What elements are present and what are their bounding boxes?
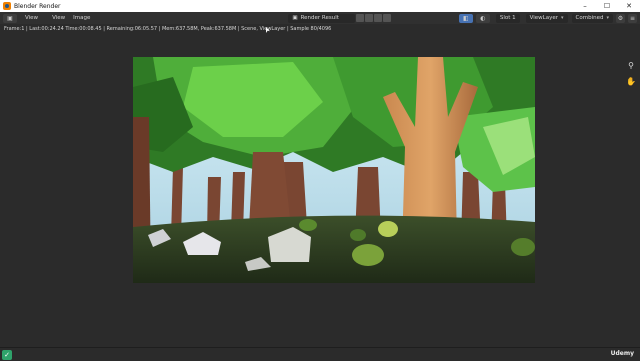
title-bar: Blender Render – ☐ ✕	[0, 0, 640, 12]
zoom-icon[interactable]: ⚲	[626, 61, 636, 71]
preferences-icon[interactable]: ⚙	[616, 13, 625, 23]
slot-label: Slot 1	[499, 15, 516, 21]
minimize-button[interactable]: –	[574, 2, 596, 10]
overlay-icon[interactable]: ◐	[475, 13, 490, 23]
sidebar-toggle-icon[interactable]: ≡	[628, 13, 637, 23]
chevron-down-icon: ▾	[561, 15, 564, 21]
menu-image[interactable]: Image	[73, 15, 90, 21]
image-browse-icon: ▣	[292, 15, 298, 21]
render-status-text: Frame:1 | Last:00:24.24 Time:00:08.45 | …	[4, 25, 332, 32]
brand-watermark: Udemy	[610, 350, 634, 357]
image-browse-dropdown[interactable]: ▣ Render Result	[288, 13, 355, 23]
maximize-button[interactable]: ☐	[596, 2, 618, 10]
view-layer-label: ViewLayer	[529, 15, 559, 21]
window-title: Blender Render	[14, 2, 61, 10]
display-channels-icon[interactable]: ◧	[458, 13, 473, 23]
render-pass-dropdown[interactable]: Combined ▾	[571, 13, 613, 23]
render-pass-label: Combined	[575, 15, 604, 21]
image-editor-icon[interactable]: ▣	[3, 13, 17, 23]
navigation-gizmo: ⚲ ✋	[626, 61, 636, 87]
chevron-down-icon: ▾	[606, 15, 609, 21]
app-logo-icon: ✓	[2, 350, 12, 360]
unlink-image-icon[interactable]	[382, 14, 391, 22]
open-image-icon[interactable]	[373, 14, 382, 22]
slot-dropdown[interactable]: Slot 1	[495, 13, 520, 23]
render-result-image[interactable]	[133, 57, 535, 283]
view-layer-dropdown[interactable]: ViewLayer ▾	[525, 13, 568, 23]
close-button[interactable]: ✕	[618, 2, 640, 10]
pan-hand-icon[interactable]: ✋	[626, 77, 636, 87]
image-name: Render Result	[300, 15, 339, 21]
render-status-line: Frame:1 | Last:00:24.24 Time:00:08.45 | …	[0, 24, 640, 33]
new-image-icon[interactable]	[364, 14, 373, 22]
menu-view-mode[interactable]: View	[25, 15, 38, 21]
forest-render-illustration	[133, 57, 535, 283]
blender-logo-icon	[3, 2, 11, 10]
status-bar: ✓ Udemy	[0, 347, 640, 361]
menu-view[interactable]: View	[52, 15, 65, 21]
fake-user-icon[interactable]	[355, 14, 364, 22]
image-editor-header: ▣ View View Image ▣ Render Result ◧ ◐ Sl…	[0, 12, 640, 24]
